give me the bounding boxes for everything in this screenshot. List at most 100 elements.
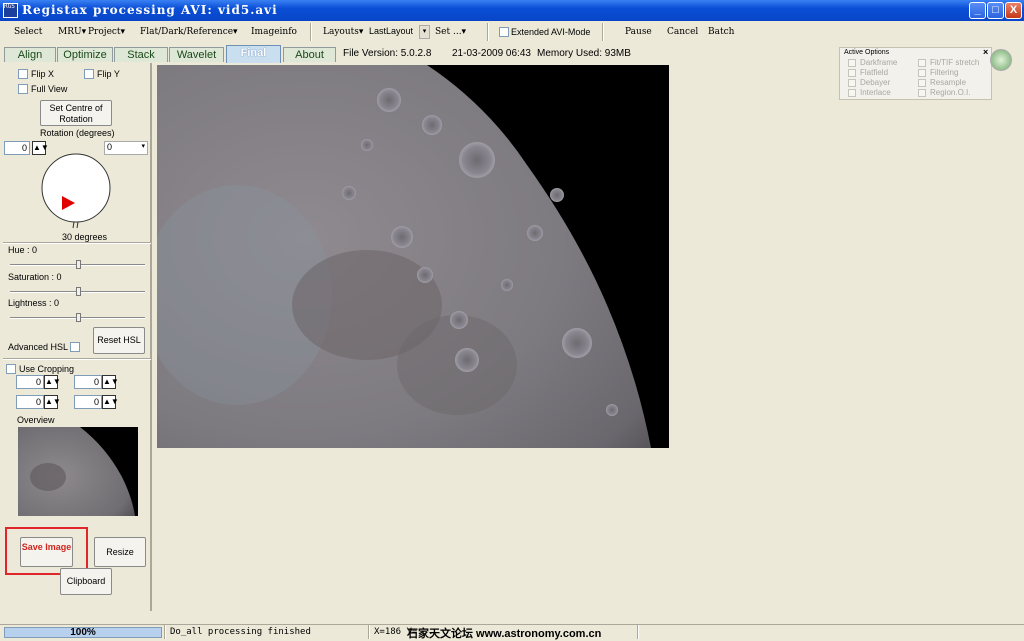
overview-thumbnail[interactable] (18, 427, 138, 516)
flatfield-checkbox (848, 69, 856, 77)
status-message: Do_all processing finished (170, 627, 311, 637)
crop-right-input[interactable]: 0 (74, 375, 102, 389)
extended-avi-mode-label: Extended AVI-Mode (511, 27, 591, 37)
hue-slider-thumb[interactable] (76, 260, 81, 269)
fit-tif-stretch-checkbox (918, 59, 926, 67)
status-bar: 100% Do_all processing finished X=186 Y=… (0, 624, 1024, 641)
file-version-text: File Version: 5.0.2.8 (343, 48, 432, 59)
dial-tick (76, 221, 79, 229)
crop-top-input[interactable]: 0 (16, 375, 44, 389)
advanced-hsl-label: Advanced HSL (8, 342, 69, 352)
overview-moon-image (18, 427, 138, 516)
minimize-button[interactable]: _ (969, 2, 986, 19)
darkframe-label: Darkframe (860, 58, 898, 67)
close-button[interactable]: X (1005, 2, 1022, 19)
divider (3, 242, 151, 244)
save-image-button[interactable]: Save Image (20, 537, 73, 567)
filtering-checkbox (918, 69, 926, 77)
date-text: 21-03-2009 06:43 (452, 48, 531, 59)
full-view-label: Full View (31, 84, 68, 94)
pause-button[interactable]: Pause (625, 27, 652, 37)
progress-bar: 100% (4, 627, 162, 638)
status-separator (164, 625, 166, 639)
flip-y-checkbox[interactable] (84, 69, 94, 79)
menu-mru[interactable]: MRU▾ (58, 27, 86, 37)
cancel-button[interactable]: Cancel (667, 27, 698, 37)
active-options-panel: Active Options × Darkframe Fit/TIF stret… (839, 47, 992, 100)
layout-select-value: LastLayout (369, 26, 414, 36)
menu-set[interactable]: Set ...▾ (435, 27, 466, 37)
set-centre-button[interactable]: Set Centre of Rotation (40, 100, 112, 126)
batch-button[interactable]: Batch (708, 27, 734, 37)
full-view-checkbox[interactable] (18, 84, 28, 94)
flatfield-label: Flatfield (860, 68, 889, 77)
menu-separator (487, 23, 489, 41)
crop-bottom-spin-icon[interactable]: ▲▼ (102, 395, 119, 409)
resize-button[interactable]: Resize (94, 537, 146, 567)
crop-left-spin-icon[interactable]: ▲▼ (44, 395, 61, 409)
extended-avi-mode-checkbox[interactable] (499, 27, 509, 37)
resample-checkbox (918, 79, 926, 87)
app-icon: RGS (3, 3, 18, 18)
tab-align[interactable]: Align (4, 47, 56, 62)
crop-top-spin-icon[interactable]: ▲▼ (44, 375, 61, 389)
processed-image[interactable] (157, 65, 669, 448)
interlace-label: Interlace (860, 88, 891, 97)
rotation-input[interactable]: 0 (4, 141, 30, 155)
overview-label: Overview (17, 415, 55, 425)
hue-label: Hue : 0 (8, 245, 38, 255)
dial-tick (72, 221, 75, 229)
region-oi-checkbox (918, 89, 926, 97)
use-cropping-label: Use Cropping (19, 364, 75, 374)
fit-tif-stretch-label: Fit/TIF stretch (930, 58, 980, 67)
menu-bar: Select MRU▾ Project▾ Flat/Dark/Reference… (0, 21, 1024, 44)
resample-label: Resample (930, 78, 967, 87)
menu-select[interactable]: Select (14, 27, 42, 37)
region-oi-label: Region.O.I. (930, 88, 971, 97)
title-bar[interactable]: RGS Registax processing AVI: vid5.avi _ … (0, 0, 1024, 21)
filtering-label: Filtering (930, 68, 959, 77)
chevron-down-icon: ▾ (141, 143, 145, 150)
tab-optimize[interactable]: Optimize (57, 47, 113, 62)
use-cropping-checkbox[interactable] (6, 364, 16, 374)
menu-separator (602, 23, 604, 41)
interlace-checkbox (848, 89, 856, 97)
chevron-down-icon[interactable]: ▾ (419, 25, 430, 39)
darkframe-checkbox (848, 59, 856, 67)
dial-degrees-label: 30 degrees (62, 232, 108, 242)
flip-x-label: Flip X (31, 69, 55, 79)
saturation-slider-thumb[interactable] (76, 287, 81, 296)
tab-wavelet[interactable]: Wavelet (169, 47, 224, 62)
watermark-text: 石家天文论坛 www.astronomy.com.cn (407, 628, 602, 640)
lightness-slider-thumb[interactable] (76, 313, 81, 322)
clipboard-button[interactable]: Clipboard (60, 568, 112, 595)
reset-hsl-button[interactable]: Reset HSL (93, 327, 145, 354)
menu-imageinfo[interactable]: Imageinfo (251, 27, 297, 37)
tab-stack[interactable]: Stack (114, 47, 168, 62)
saturation-label: Saturation : 0 (8, 272, 62, 282)
rotation-label: Rotation (degrees) (40, 128, 115, 138)
menu-project[interactable]: Project▾ (88, 27, 125, 37)
dial-circle (41, 153, 111, 223)
status-globe-icon[interactable] (990, 49, 1012, 71)
maximize-button[interactable]: □ (987, 2, 1004, 19)
status-separator (637, 625, 639, 639)
debayer-checkbox (848, 79, 856, 87)
crop-bottom-input[interactable]: 0 (74, 395, 102, 409)
advanced-hsl-checkbox[interactable] (70, 342, 80, 352)
crop-right-spin-icon[interactable]: ▲▼ (102, 375, 119, 389)
crop-left-input[interactable]: 0 (16, 395, 44, 409)
menu-layouts[interactable]: Layouts▾ (323, 27, 363, 37)
window-title: Registax processing AVI: vid5.avi (22, 3, 278, 17)
close-icon[interactable]: × (983, 47, 988, 57)
tab-final[interactable]: Final (226, 45, 281, 63)
tab-about[interactable]: About (283, 47, 336, 62)
status-separator (368, 625, 370, 639)
flip-x-checkbox[interactable] (18, 69, 28, 79)
lightness-label: Lightness : 0 (8, 298, 60, 308)
menu-flat-dark-reference[interactable]: Flat/Dark/Reference▾ (140, 27, 238, 37)
divider (3, 358, 151, 360)
rotation-dial[interactable] (40, 150, 114, 230)
moon-image (157, 65, 669, 448)
layout-select[interactable]: LastLayout ▾ (369, 25, 430, 39)
